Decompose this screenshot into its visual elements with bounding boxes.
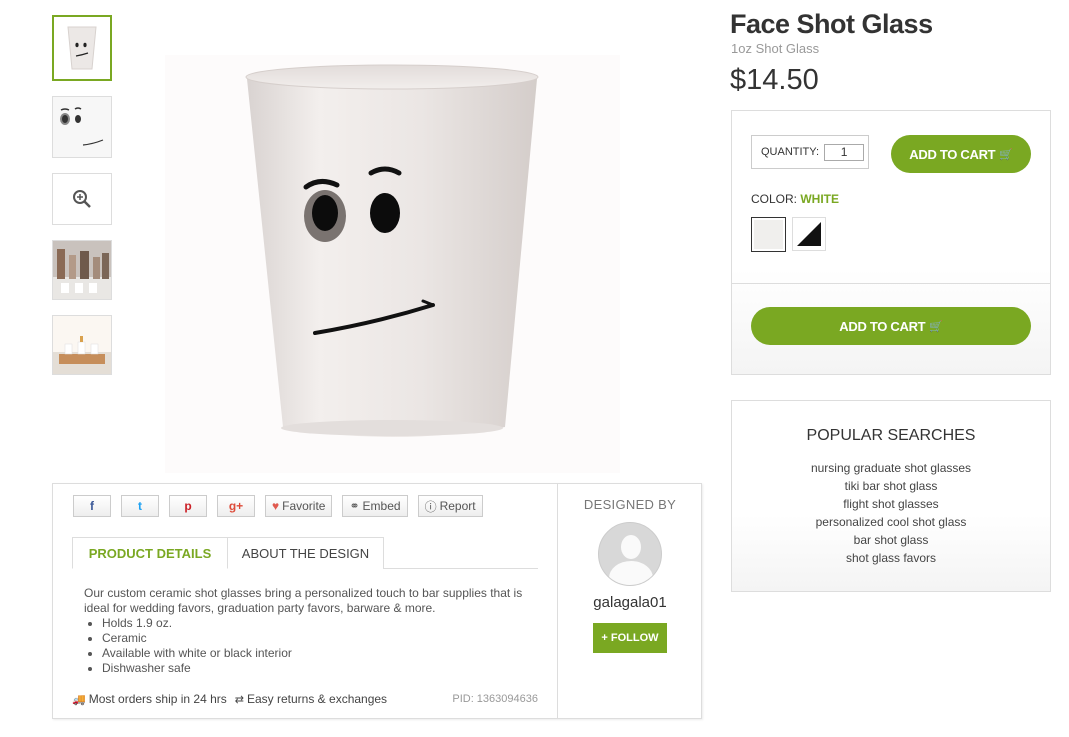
- color-label-text: COLOR:: [751, 192, 798, 206]
- report-button[interactable]: ⓘ Report: [417, 495, 483, 517]
- favorite-label: Favorite: [282, 499, 326, 513]
- favorite-button[interactable]: ♥ Favorite: [265, 495, 333, 517]
- shipping-text: Most orders ship in 24 hrs: [88, 692, 227, 706]
- pinterest-icon: p: [184, 499, 192, 513]
- feature-item: Holds 1.9 oz.: [102, 616, 534, 631]
- cart-icon: 🛒: [999, 148, 1013, 161]
- quantity-input[interactable]: 1: [824, 143, 865, 161]
- popular-searches-panel: POPULAR SEARCHES nursing graduate shot g…: [731, 400, 1051, 592]
- color-swatch-white[interactable]: [751, 217, 786, 252]
- popular-search-link[interactable]: tiki bar shot glass: [732, 477, 1050, 495]
- lifestyle-bar-image: [53, 241, 111, 299]
- report-label: Report: [439, 499, 476, 513]
- feature-list: Holds 1.9 oz. Ceramic Available with whi…: [102, 616, 534, 676]
- thumbnail-zoom[interactable]: [52, 173, 112, 225]
- thumbnail-lifestyle-bar[interactable]: [52, 240, 112, 300]
- quantity-box: QUANTITY: 1: [751, 135, 869, 169]
- color-label: COLOR: WHITE: [751, 192, 839, 206]
- shipping-info: 🚚 Most orders ship in 24 hrs ⇄ Easy retu…: [72, 692, 538, 706]
- info-icon: ⓘ: [424, 499, 437, 514]
- product-description: Our custom ceramic shot glasses bring a …: [84, 586, 534, 676]
- avatar[interactable]: [598, 522, 662, 586]
- add-to-cart-label: ADD TO CART: [909, 146, 996, 162]
- link-icon: ⚭: [349, 499, 360, 513]
- popular-search-link[interactable]: flight shot glasses: [732, 495, 1050, 513]
- thumbnail-face-glass[interactable]: [52, 15, 112, 81]
- popular-search-link[interactable]: bar shot glass: [732, 531, 1050, 549]
- designed-by-label: DESIGNED BY: [583, 497, 677, 512]
- product-details-box: f t p g+ ♥ Favorite ⚭ Embed ⓘ Report PRO…: [52, 483, 702, 719]
- truck-icon: 🚚: [72, 693, 86, 706]
- add-to-cart-button-secondary[interactable]: ADD TO CART 🛒: [751, 307, 1031, 345]
- embed-button[interactable]: ⚭ Embed: [342, 495, 408, 517]
- black-interior-swatch: [797, 222, 821, 246]
- product-price: $14.50: [730, 64, 819, 96]
- feature-item: Dishwasher safe: [102, 661, 534, 676]
- product-id: PID: 1363094636: [452, 693, 538, 705]
- tab-about-design[interactable]: ABOUT THE DESIGN: [228, 537, 384, 569]
- popular-searches-heading: POPULAR SEARCHES: [806, 427, 976, 444]
- cart-panel: QUANTITY: 1 ADD TO CART 🛒 COLOR: WHITE A…: [731, 110, 1051, 375]
- product-subtitle: 1oz Shot Glass: [731, 41, 820, 56]
- heart-icon: ♥: [272, 499, 280, 513]
- facebook-icon: f: [90, 499, 94, 513]
- thumbnail-face-closeup[interactable]: [52, 96, 112, 158]
- face-closeup-image: [53, 97, 111, 157]
- embed-label: Embed: [362, 499, 401, 513]
- twitter-icon: t: [138, 499, 142, 513]
- exchange-icon: ⇄: [234, 693, 244, 706]
- color-value: WHITE: [800, 192, 840, 206]
- popular-search-link[interactable]: shot glass favors: [732, 549, 1050, 567]
- quantity-label: QUANTITY:: [761, 146, 820, 158]
- designer-panel: DESIGNED BY galagala01 + FOLLOW: [557, 484, 702, 718]
- follow-button[interactable]: + FOLLOW: [593, 623, 667, 653]
- add-to-cart-button[interactable]: ADD TO CART 🛒: [891, 135, 1031, 173]
- googleplus-icon: g+: [228, 499, 244, 513]
- twitter-share-button[interactable]: t: [121, 495, 159, 517]
- product-title: Face Shot Glass: [730, 9, 933, 39]
- designer-name[interactable]: galagala01: [558, 594, 702, 611]
- returns-text: Easy returns & exchanges: [246, 692, 388, 706]
- glass-thumbnail-image: [67, 26, 97, 70]
- feature-item: Available with white or black interior: [102, 646, 534, 661]
- pinterest-share-button[interactable]: p: [169, 495, 207, 517]
- thumbnail-lifestyle-table[interactable]: [52, 315, 112, 375]
- zoom-icon: [73, 190, 91, 208]
- popular-searches-list: nursing graduate shot glasses tiki bar s…: [732, 459, 1050, 567]
- googleplus-share-button[interactable]: g+: [217, 495, 255, 517]
- thumbnail-list: [52, 15, 114, 390]
- color-swatch-black[interactable]: [792, 217, 826, 251]
- tab-product-details[interactable]: PRODUCT DETAILS: [72, 537, 228, 569]
- description-intro: Our custom ceramic shot glasses bring a …: [84, 586, 523, 615]
- add-to-cart-label: ADD TO CART: [839, 318, 926, 334]
- details-tabs: PRODUCT DETAILS ABOUT THE DESIGN: [72, 537, 538, 569]
- cart-icon: 🛒: [929, 320, 943, 333]
- popular-search-link[interactable]: personalized cool shot glass: [732, 513, 1050, 531]
- lifestyle-table-image: [53, 316, 111, 374]
- main-product-image[interactable]: [165, 55, 620, 473]
- feature-item: Ceramic: [102, 631, 534, 646]
- popular-search-link[interactable]: nursing graduate shot glasses: [732, 459, 1050, 477]
- share-bar: f t p g+ ♥ Favorite ⚭ Embed ⓘ Report: [73, 495, 483, 517]
- facebook-share-button[interactable]: f: [73, 495, 111, 517]
- shot-glass-image: [245, 64, 539, 437]
